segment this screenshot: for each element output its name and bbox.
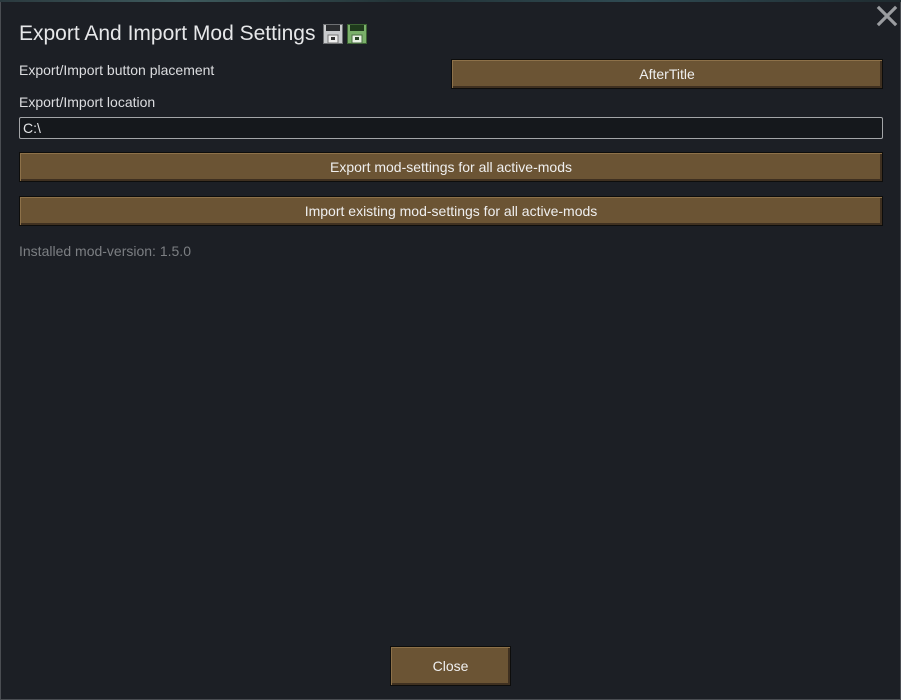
export-button[interactable]: Export mod-settings for all active-mods	[19, 152, 883, 182]
placement-label: Export/Import button placement	[19, 62, 215, 78]
dialog-title: Export And Import Mod Settings	[19, 22, 316, 45]
floppy-disk-gray-icon[interactable]	[323, 24, 344, 44]
close-icon[interactable]	[875, 4, 899, 28]
location-input[interactable]	[19, 117, 883, 139]
placement-dropdown-button[interactable]: AfterTitle	[451, 59, 883, 89]
import-button[interactable]: Import existing mod-settings for all act…	[19, 196, 883, 226]
location-label: Export/Import location	[19, 94, 156, 110]
close-button[interactable]: Close	[390, 646, 511, 686]
mod-settings-dialog: Export And Import Mod Settings Export/Im…	[0, 2, 901, 700]
dialog-title-row: Export And Import Mod Settings	[19, 22, 368, 46]
version-text: Installed mod-version: 1.5.0	[19, 243, 191, 259]
floppy-disk-green-icon[interactable]	[347, 24, 368, 44]
